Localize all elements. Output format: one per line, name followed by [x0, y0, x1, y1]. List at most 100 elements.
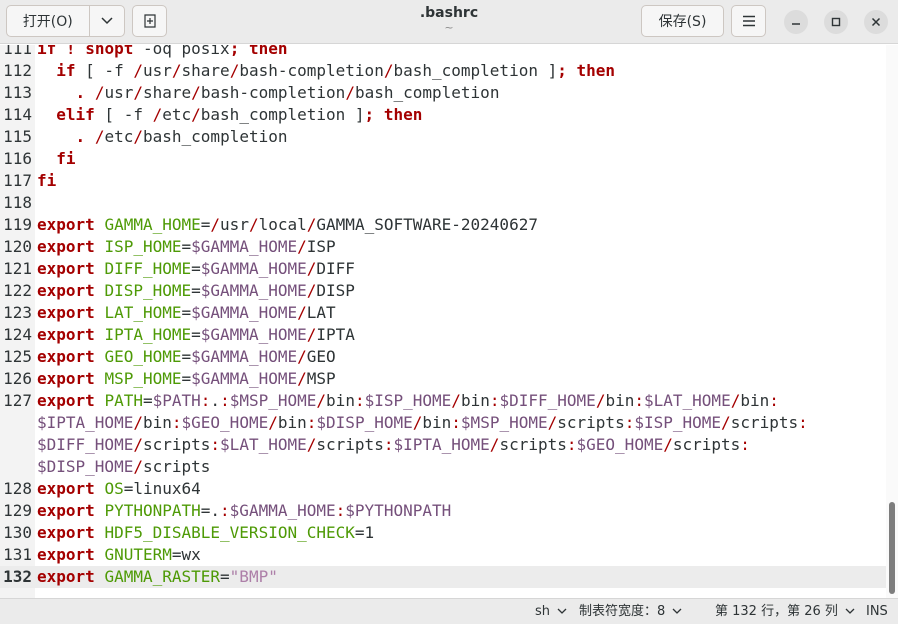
code-line: 131 export GNUTERM=wx: [0, 544, 886, 566]
line-code: fi: [37, 171, 57, 190]
code-line: 115 . /etc/bash_completion: [0, 126, 886, 148]
line-code: export DIFF_HOME=$GAMMA_HOME/DIFF: [37, 259, 355, 278]
language-selector[interactable]: sh: [535, 604, 567, 620]
line-number: 119: [3, 215, 32, 234]
new-tab-icon: [143, 14, 156, 28]
code-line: $DIFF_HOME/scripts:$LAT_HOME/scripts:$IP…: [0, 434, 886, 456]
line-code: elif [ -f /etc/bash_completion ]; then: [56, 105, 423, 124]
line-code: export LAT_HOME=$GAMMA_HOME/LAT: [37, 303, 336, 322]
line-number: 117: [3, 171, 32, 190]
line-code: export ISP_HOME=$GAMMA_HOME/ISP: [37, 237, 336, 256]
line-code: . /etc/bash_completion: [75, 127, 288, 146]
line-number: 129: [3, 501, 32, 520]
line-code: if ! shopt -oq posix; then: [37, 45, 288, 58]
minimize-button[interactable]: [784, 10, 808, 34]
line-number: 115: [3, 127, 32, 146]
window-title: .bashrc: [419, 5, 479, 21]
code-line: 113 . /usr/share/bash-completion/bash_co…: [0, 82, 886, 104]
language-label: sh: [535, 604, 551, 619]
line-code: export HDF5_DISABLE_VERSION_CHECK=1: [37, 523, 375, 542]
code-line: 128 export OS=linux64: [0, 478, 886, 500]
line-number: 127: [3, 391, 32, 410]
code-line: $IPTA_HOME/bin:$GEO_HOME/bin:$DISP_HOME/…: [0, 412, 886, 434]
save-button[interactable]: 保存(S): [641, 5, 724, 37]
code-line: 124 export IPTA_HOME=$GAMMA_HOME/IPTA: [0, 324, 886, 346]
cursor-position-label: 第 132 行，第 26 列: [715, 604, 838, 619]
line-number: 130: [3, 523, 32, 542]
line-code: export MSP_HOME=$GAMMA_HOME/MSP: [37, 369, 336, 388]
maximize-button[interactable]: [824, 10, 848, 34]
maximize-icon: [831, 17, 841, 27]
line-number: 121: [3, 259, 32, 278]
code-line: 127 export PATH=$PATH:.:$MSP_HOME/bin:$IS…: [0, 390, 886, 412]
chevron-down-icon: [672, 608, 682, 614]
open-recent-button[interactable]: [90, 6, 124, 36]
tab-width-selector[interactable]: 制表符宽度：8: [579, 604, 682, 620]
text-editor[interactable]: 111 if ! shopt -oq posix; then 112 if [ -f…: [0, 45, 886, 598]
code-line: 116 fi: [0, 148, 886, 170]
line-code: export PYTHONPATH=.:$GAMMA_HOME:$PYTHONP…: [37, 501, 452, 520]
line-code: export GEO_HOME=$GAMMA_HOME/GEO: [37, 347, 336, 366]
line-number: 111: [3, 45, 32, 58]
code-line: 120 export ISP_HOME=$GAMMA_HOME/ISP: [0, 236, 886, 258]
close-button[interactable]: [864, 10, 888, 34]
line-number: 126: [3, 369, 32, 388]
line-number: 114: [3, 105, 32, 124]
chevron-down-icon: [557, 608, 567, 614]
line-number: 125: [3, 347, 32, 366]
cursor-position[interactable]: 第 132 行，第 26 列: [715, 604, 855, 620]
save-button-label: 保存(S): [658, 14, 707, 30]
code-line: 114 elif [ -f /etc/bash_completion ]; th…: [0, 104, 886, 126]
line-number: 112: [3, 61, 32, 80]
code-line: 121 export DIFF_HOME=$GAMMA_HOME/DIFF: [0, 258, 886, 280]
tab-width-label: 制表符宽度：8: [579, 604, 666, 619]
code-line: 125 export GEO_HOME=$GAMMA_HOME/GEO: [0, 346, 886, 368]
header-bar: 打开(O) .bashrc ~ 保存(S): [0, 0, 898, 44]
code-line: 130 export HDF5_DISABLE_VERSION_CHECK=1: [0, 522, 886, 544]
code-line: $DISP_HOME/scripts: [0, 456, 886, 478]
chevron-down-icon: [845, 608, 855, 614]
open-button-group: 打开(O): [6, 5, 125, 37]
line-number: 124: [3, 325, 32, 344]
line-code: export OS=linux64: [37, 479, 201, 498]
line-number: 132: [3, 567, 32, 586]
code-line: 118: [0, 192, 886, 214]
window-title-area: .bashrc ~: [349, 4, 549, 34]
open-button-label: 打开(O): [22, 14, 73, 30]
line-code: export DISP_HOME=$GAMMA_HOME/DISP: [37, 281, 355, 300]
code-line: 132 export GAMMA_RASTER="BMP": [0, 566, 886, 588]
hamburger-menu-icon: [742, 15, 755, 27]
code-line: 111 if ! shopt -oq posix; then: [0, 45, 886, 60]
line-code: fi: [56, 149, 76, 168]
chevron-down-icon: [101, 17, 113, 25]
line-number: 122: [3, 281, 32, 300]
insert-mode-indicator: INS: [866, 604, 888, 619]
status-bar: sh 制表符宽度：8 第 132 行，第 26 列 INS: [0, 598, 898, 624]
line-number: 120: [3, 237, 32, 256]
code-line: 129 export PYTHONPATH=.:$GAMMA_HOME:$PYTH…: [0, 500, 886, 522]
line-number: 113: [3, 83, 32, 102]
scrollbar-thumb[interactable]: [889, 502, 895, 594]
line-code: export GNUTERM=wx: [37, 545, 201, 564]
line-code: $IPTA_HOME/bin:$GEO_HOME/bin:$DISP_HOME/…: [37, 413, 808, 432]
code-line: 112 if [ -f /usr/share/bash-completion/b…: [0, 60, 886, 82]
line-code: $DIFF_HOME/scripts:$LAT_HOME/scripts:$IP…: [37, 435, 750, 454]
open-button[interactable]: 打开(O): [7, 6, 90, 36]
window-subtitle: ~: [444, 21, 454, 34]
code-lines: 111 if ! shopt -oq posix; then 112 if [ -f…: [0, 45, 886, 588]
line-code: . /usr/share/bash-completion/bash_comple…: [75, 83, 500, 102]
minimize-icon: [792, 23, 800, 25]
line-code: export GAMMA_HOME=/usr/local/GAMMA_SOFTW…: [37, 215, 538, 234]
main-menu-button[interactable]: [731, 5, 766, 37]
new-tab-button[interactable]: [132, 5, 167, 37]
code-line: 117 fi: [0, 170, 886, 192]
line-number: 128: [3, 479, 32, 498]
line-number: 118: [3, 193, 32, 212]
close-icon: [871, 17, 881, 27]
line-number: 116: [3, 149, 32, 168]
line-code: export PATH=$PATH:.:$MSP_HOME/bin:$ISP_H…: [37, 391, 779, 410]
code-line: 122 export DISP_HOME=$GAMMA_HOME/DISP: [0, 280, 886, 302]
line-code: $DISP_HOME/scripts: [37, 457, 211, 476]
code-line: 126 export MSP_HOME=$GAMMA_HOME/MSP: [0, 368, 886, 390]
line-code: export GAMMA_RASTER="BMP": [37, 567, 278, 586]
